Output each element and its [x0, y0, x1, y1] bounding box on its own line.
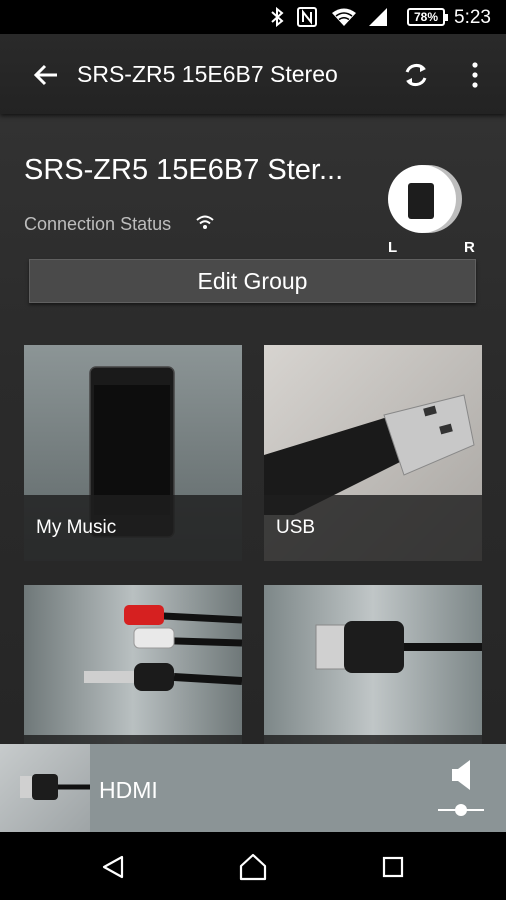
tile-label: My Music [36, 517, 117, 538]
source-tile-usb[interactable]: USB [264, 345, 482, 561]
app-bar: SRS-ZR5 15E6B7 Stereo [0, 34, 506, 114]
hdmi-thumb-icon [20, 774, 90, 800]
speaker-pair-indicator[interactable]: L R [388, 165, 475, 256]
now-playing-source: HDMI [99, 777, 158, 803]
volume-icon[interactable] [450, 758, 472, 792]
source-tile-hdmi[interactable] [264, 585, 482, 744]
edit-group-button[interactable]: Edit Group [29, 259, 476, 303]
refresh-icon[interactable] [401, 60, 431, 90]
battery-indicator: 78% [407, 8, 448, 26]
speaker-left-label: L [388, 239, 398, 256]
now-playing-thumbnail [0, 744, 90, 832]
clock: 5:23 [454, 7, 491, 28]
nav-back-icon[interactable] [100, 854, 126, 880]
tile-label: USB [276, 517, 316, 538]
speaker-icon [408, 183, 434, 219]
tile-caption: USB [264, 495, 482, 561]
navigation-bar [0, 832, 506, 900]
connection-wifi-icon [195, 214, 215, 237]
source-tile-my-music[interactable]: My Music [24, 345, 242, 561]
speaker-right-label: R [464, 239, 475, 256]
main-content: SRS-ZR5 15E6B7 Ster... Connection Status… [0, 114, 506, 744]
overflow-menu-icon[interactable] [470, 61, 480, 89]
signal-icon [366, 6, 390, 28]
tile-caption [24, 735, 242, 744]
nav-home-icon[interactable] [238, 852, 268, 882]
now-playing-bar[interactable]: HDMI [0, 744, 506, 832]
back-arrow-icon[interactable] [33, 62, 59, 88]
nfc-icon [296, 6, 318, 28]
tile-caption: My Music [24, 495, 242, 561]
connection-status-label: Connection Status [24, 214, 172, 234]
wifi-icon [330, 6, 358, 28]
bluetooth-icon [268, 6, 286, 28]
status-bar: 78% 5:23 [0, 0, 506, 34]
nav-recents-icon[interactable] [382, 856, 404, 878]
app-title: SRS-ZR5 15E6B7 Stereo [77, 61, 338, 87]
hdmi-cable-icon [264, 585, 482, 744]
source-tile-audio-in[interactable] [24, 585, 242, 744]
device-name: SRS-ZR5 15E6B7 Ster... [24, 154, 344, 186]
tile-caption [264, 735, 482, 744]
audio-cable-icon [24, 585, 242, 744]
volume-slider-icon[interactable] [438, 800, 484, 820]
